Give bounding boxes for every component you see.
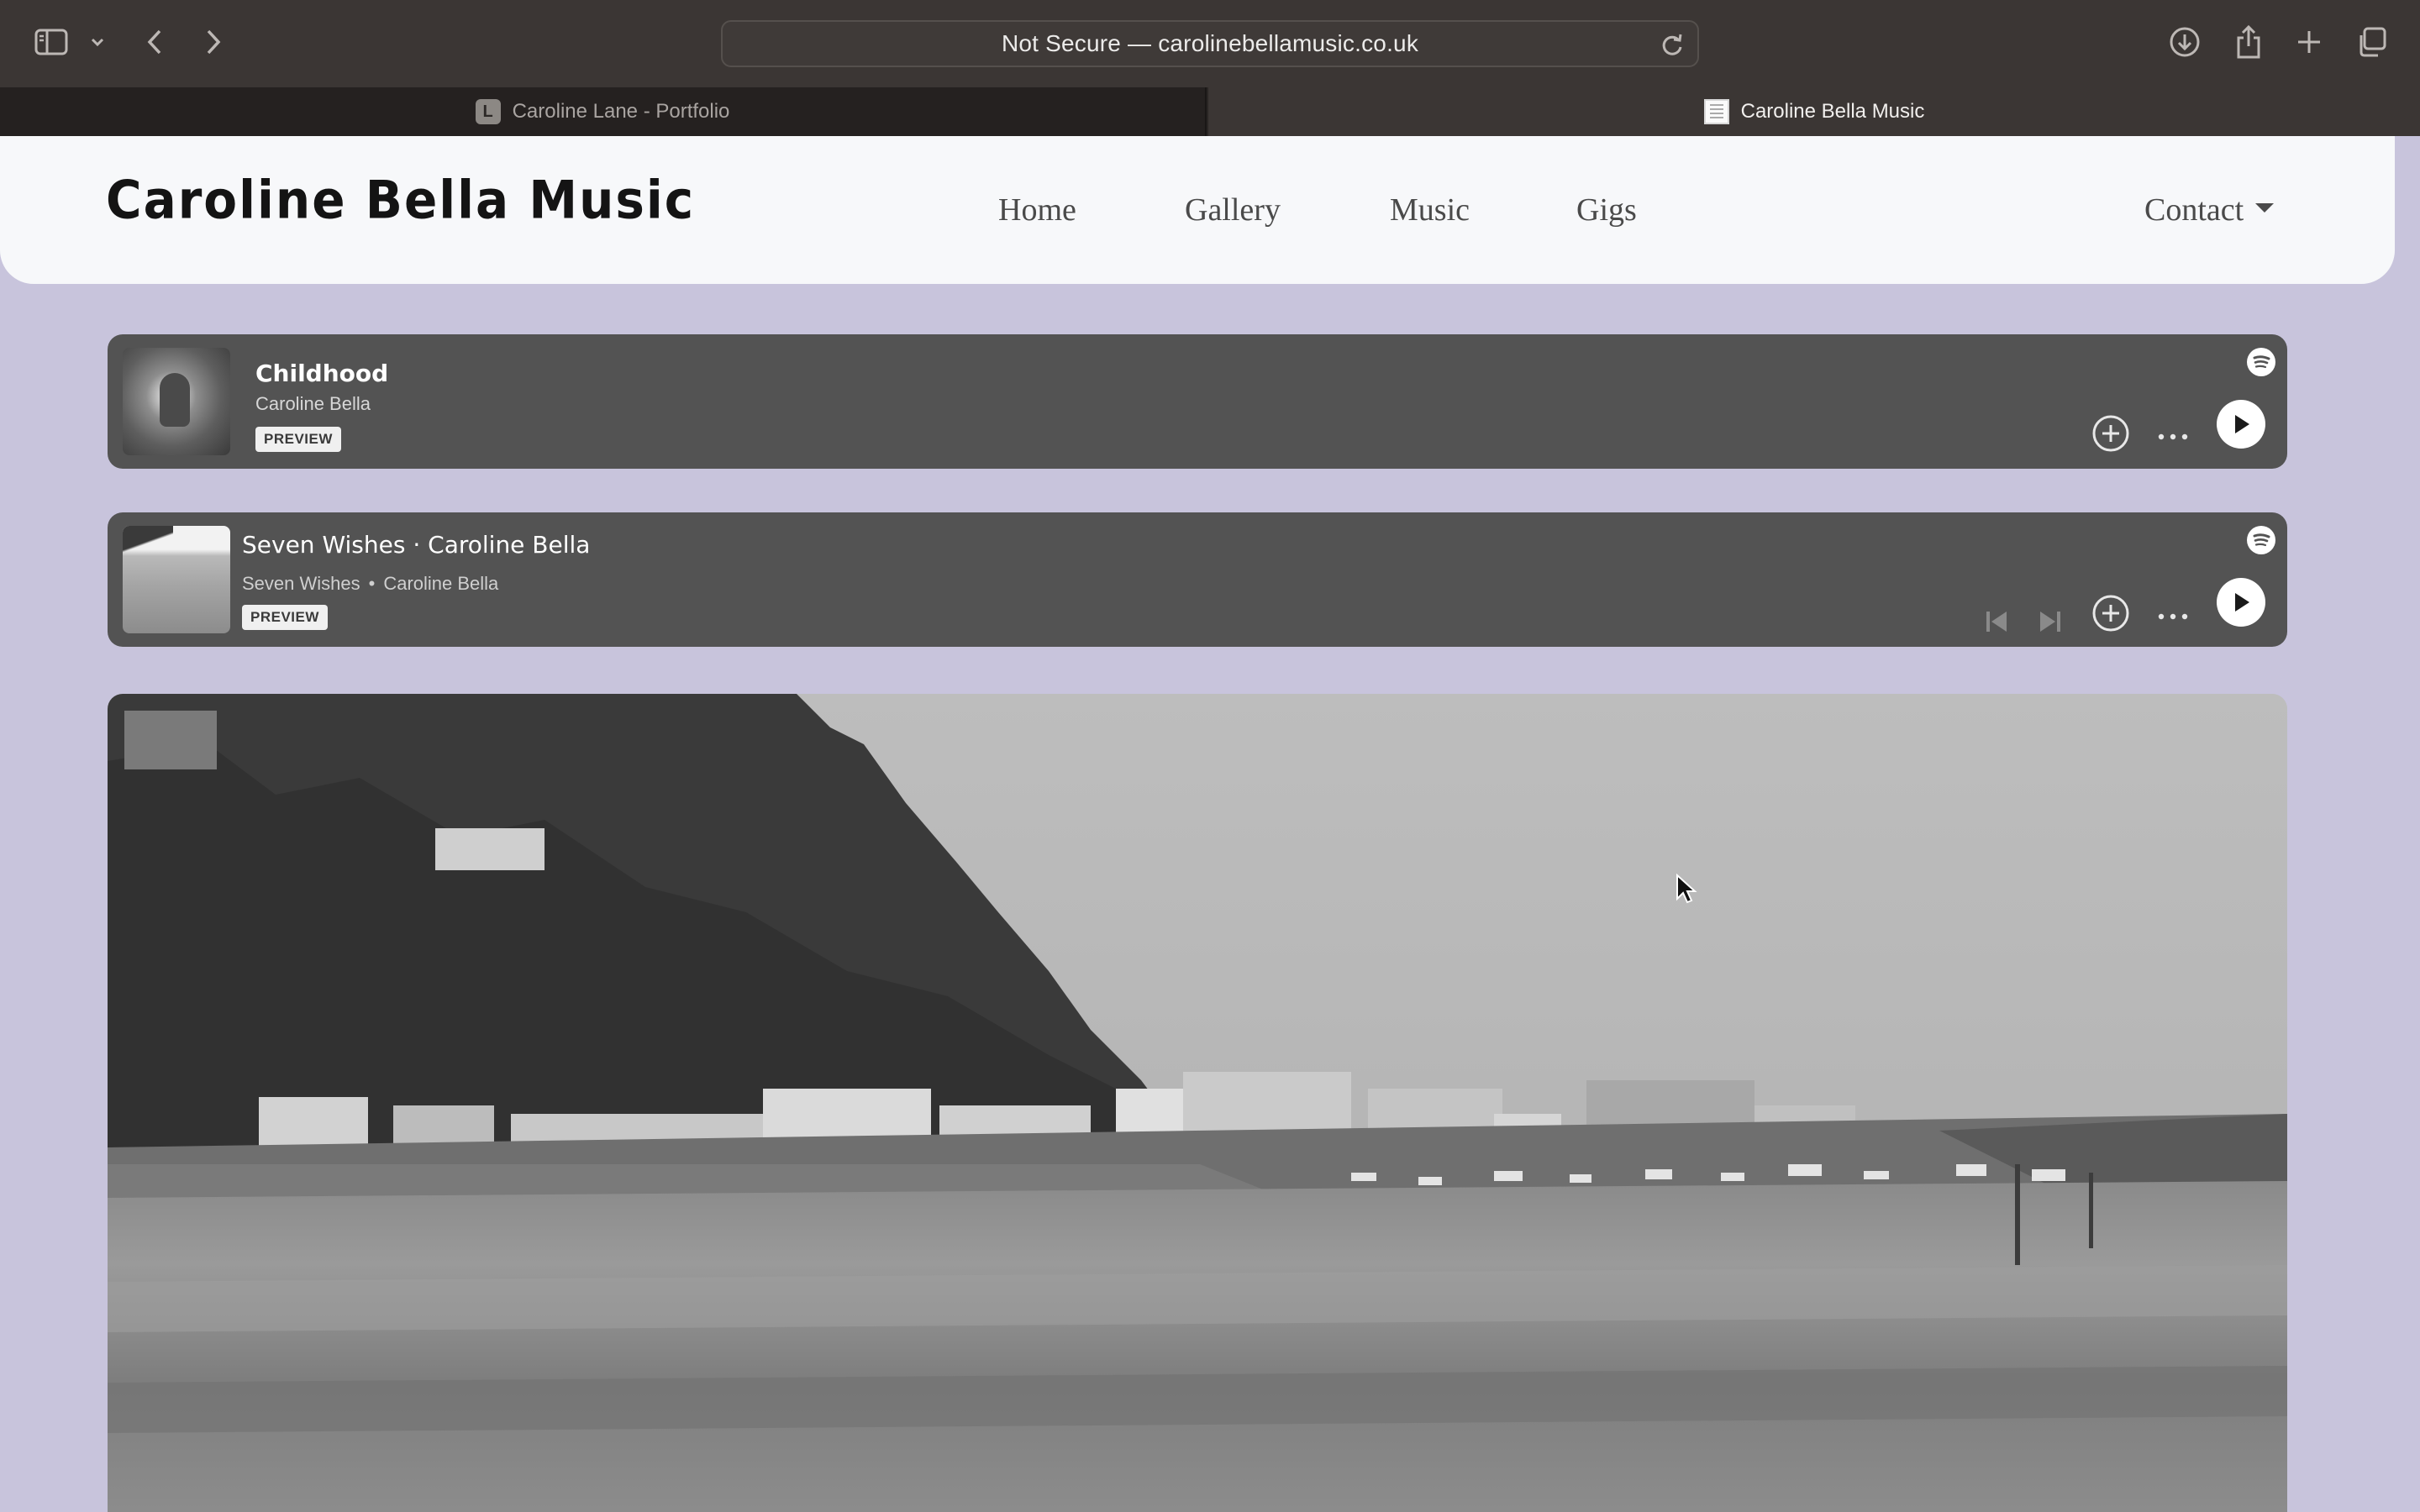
nav-gigs[interactable]: Gigs [1576,136,1637,284]
url-text: Not Secure — carolinebellamusic.co.uk [1001,30,1419,56]
spotify-player-seven-wishes: Seven Wishes · Caroline Bella Seven Wish… [108,512,2287,647]
more-icon[interactable] [2153,427,2193,447]
tab-label: Caroline Bella Music [1740,100,1925,123]
more-icon[interactable] [2153,606,2193,627]
site-title[interactable]: Caroline Bella Music [106,169,695,230]
spotify-icon[interactable] [2247,526,2275,554]
skip-back-icon[interactable] [1980,605,2013,638]
caret-down-icon [2255,202,2275,213]
chevron-down-icon[interactable] [87,34,108,50]
play-icon[interactable] [2217,578,2265,627]
tab-caroline-bella-music[interactable]: Caroline Bella Music [1208,87,2420,136]
nav-home[interactable]: Home [998,136,1076,284]
nav-music[interactable]: Music [1390,136,1470,284]
preview-badge: PREVIEW [242,605,328,630]
track-artist[interactable]: Caroline Bella [255,393,371,415]
site-header: Caroline Bella Music Home Gallery Music … [0,136,2395,284]
album-name[interactable]: Seven Wishes [242,573,360,595]
skip-forward-icon[interactable] [2033,605,2067,638]
download-icon[interactable] [2168,25,2202,59]
sidebar-icon[interactable] [34,27,69,57]
address-bar[interactable]: Not Secure — carolinebellamusic.co.uk [721,20,1699,67]
add-icon[interactable] [2091,593,2131,633]
preview-badge: PREVIEW [255,427,341,452]
tab-label: Caroline Lane - Portfolio [512,100,730,123]
tab-bar: L Caroline Lane - Portfolio Caroline Bel… [0,87,2420,136]
track-title[interactable]: Childhood [255,360,388,387]
track-artist[interactable]: Caroline Bella [383,573,498,595]
nav-contact-label: Contact [2144,192,2244,228]
track-subtitle: Seven Wishes • Caroline Bella [242,573,498,595]
forward-icon[interactable] [198,25,229,59]
browser-toolbar: Not Secure — carolinebellamusic.co.uk [0,0,2420,87]
share-icon[interactable] [2232,24,2265,60]
album-art-seven-wishes[interactable] [123,526,230,633]
mouse-cursor-icon [1676,873,1697,908]
favicon-l-icon: L [475,99,501,124]
nav-contact-dropdown[interactable]: Contact [2144,136,2275,284]
back-icon[interactable] [139,25,170,59]
new-tab-icon[interactable] [2292,25,2326,59]
tab-caroline-lane-portfolio[interactable]: L Caroline Lane - Portfolio [0,87,1207,136]
favicon-caroline-bella-icon [1703,99,1729,124]
play-icon[interactable] [2217,400,2265,449]
track-title[interactable]: Seven Wishes · Caroline Bella [242,531,590,559]
separator: • [368,573,376,594]
tab-overview-icon[interactable] [2354,25,2388,59]
reload-icon[interactable] [1660,32,1684,57]
spotify-player-childhood: Childhood Caroline Bella PREVIEW [108,334,2287,469]
album-art-childhood[interactable] [123,348,230,455]
add-icon[interactable] [2091,413,2131,454]
hero-harbour-photo [108,694,2287,1512]
nav-gallery[interactable]: Gallery [1185,136,1281,284]
spotify-icon[interactable] [2247,348,2275,376]
